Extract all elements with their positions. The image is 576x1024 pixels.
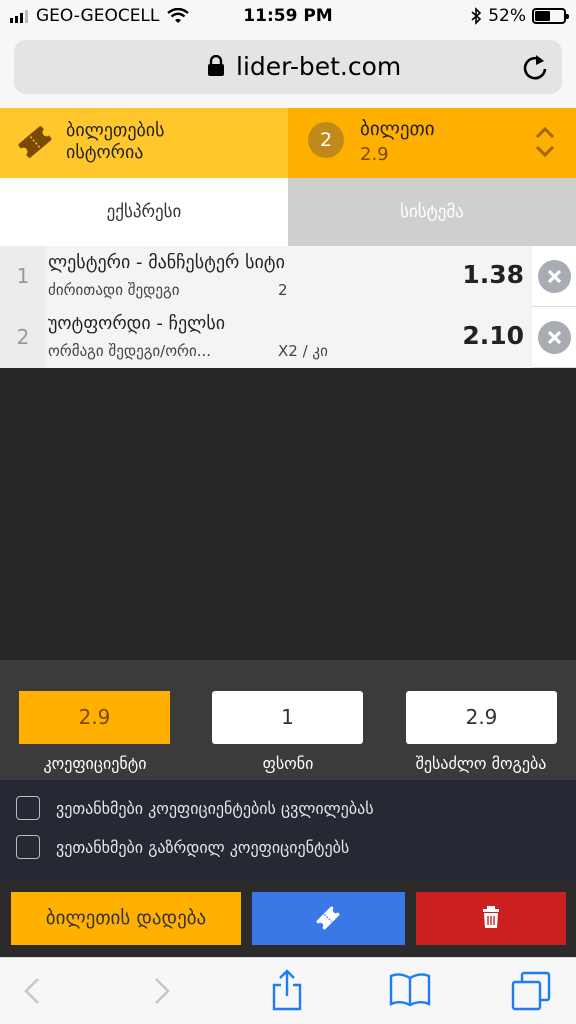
browser-toolbar bbox=[0, 957, 576, 1024]
total-coefficient: 2.9 bbox=[19, 691, 170, 744]
accept-increase-option[interactable]: ვეთანხმები გაზრდილ კოეფიციენტებს bbox=[16, 835, 349, 859]
lock-icon bbox=[208, 55, 224, 76]
bet-match: უოტფორდი - ჩელსი bbox=[48, 313, 226, 334]
ticket-label: ბილეთი bbox=[360, 118, 435, 140]
status-bar: GEO-GEOCELL 11:59 PM 52% bbox=[0, 0, 576, 34]
coefficient-label: კოეფიციენტი bbox=[43, 754, 147, 773]
possible-win: 2.9 bbox=[406, 691, 557, 744]
reload-icon[interactable] bbox=[522, 53, 548, 81]
bet-market: ძირითადი შედეგი bbox=[48, 281, 180, 299]
bookmarks-icon[interactable] bbox=[388, 972, 432, 1008]
ticket-history-button[interactable]: ბილეთების ისტორია bbox=[0, 108, 288, 178]
delete-ticket-button[interactable] bbox=[416, 892, 566, 945]
ticket-icon bbox=[316, 906, 340, 930]
accept-changes-label: ვეთანხმები კოეფიციენტების ცვლილებას bbox=[56, 798, 374, 818]
agreement-options: ვეთანხმები კოეფიციენტების ცვლილებას ვეთა… bbox=[0, 780, 576, 881]
remove-bet-icon[interactable] bbox=[538, 321, 571, 354]
battery-icon bbox=[532, 8, 569, 24]
accept-changes-checkbox[interactable] bbox=[16, 796, 40, 820]
bet-index: 2 bbox=[0, 307, 46, 368]
accept-increase-checkbox[interactable] bbox=[16, 835, 40, 859]
ticket-count-badge: 2 bbox=[308, 122, 344, 158]
history-label-line1: ბილეთების bbox=[66, 120, 165, 141]
stake-input[interactable]: 1 bbox=[212, 691, 363, 744]
bet-odd: 1.38 bbox=[462, 260, 524, 289]
remove-bet-icon[interactable] bbox=[538, 260, 571, 293]
bet-index: 1 bbox=[0, 246, 46, 307]
accept-increase-label: ვეთანხმები გაზრდილ კოეფიციენტებს bbox=[56, 837, 350, 857]
ticket-total-odds: 2.9 bbox=[360, 144, 389, 165]
share-icon[interactable] bbox=[270, 968, 304, 1012]
bet-row: 2 უოტფორდი - ჩელსი ორმაგი შედეგი/ორი... … bbox=[0, 307, 576, 368]
possible-win-label: შესაძლო მოგება bbox=[415, 754, 547, 773]
tabs-icon[interactable] bbox=[510, 970, 552, 1012]
trash-icon bbox=[483, 906, 499, 928]
bet-outcome: 2 bbox=[278, 281, 288, 299]
place-bet-button[interactable]: ბილეთის დადება bbox=[11, 892, 241, 945]
empty-area bbox=[0, 368, 576, 660]
bet-row: 1 ლესტერი - მანჩესტერ სიტი ძირითადი შედე… bbox=[0, 246, 576, 307]
tab-express[interactable]: ექსპრესი bbox=[0, 178, 288, 246]
bet-outcome: X2 / კი bbox=[278, 342, 328, 360]
accept-changes-option[interactable]: ვეთანხმები კოეფიციენტების ცვლილებას bbox=[16, 796, 374, 820]
tab-system[interactable]: სისტემა bbox=[288, 178, 576, 246]
bet-market: ორმაგი შედეგი/ორი... bbox=[48, 342, 212, 360]
url-host: lider-bet.com bbox=[236, 52, 402, 81]
bet-list: 1 ლესტერი - მანჩესტერ სიტი ძირითადი შედე… bbox=[0, 246, 576, 368]
back-icon[interactable] bbox=[22, 976, 42, 1006]
address-bar[interactable]: lider-bet.com bbox=[14, 40, 562, 94]
bet-summary: 2.9 1 2.9 კოეფიციენტი ფსონი შესაძლო მოგე… bbox=[0, 660, 576, 780]
browser-bar: lider-bet.com bbox=[0, 34, 576, 108]
expand-collapse-icon[interactable] bbox=[534, 124, 556, 160]
ticket-header: ბილეთების ისტორია 2 ბილეთი 2.9 bbox=[0, 108, 576, 178]
ticket-icon bbox=[18, 126, 52, 158]
history-label-line2: ისტორია bbox=[66, 142, 144, 163]
bet-match: ლესტერი - მანჩესტერ სიტი bbox=[48, 252, 285, 273]
forward-icon[interactable] bbox=[152, 976, 172, 1006]
ticket-share-button[interactable] bbox=[252, 892, 405, 945]
ticket-actions: ბილეთის დადება bbox=[0, 881, 576, 957]
bet-odd: 2.10 bbox=[462, 321, 524, 350]
battery-percent: 52% bbox=[488, 6, 526, 26]
current-ticket[interactable]: 2 ბილეთი 2.9 bbox=[288, 108, 576, 178]
stake-label: ფსონი bbox=[262, 754, 314, 773]
bluetooth-icon bbox=[471, 7, 482, 25]
bet-type-tabs: ექსპრესი სისტემა bbox=[0, 178, 576, 246]
